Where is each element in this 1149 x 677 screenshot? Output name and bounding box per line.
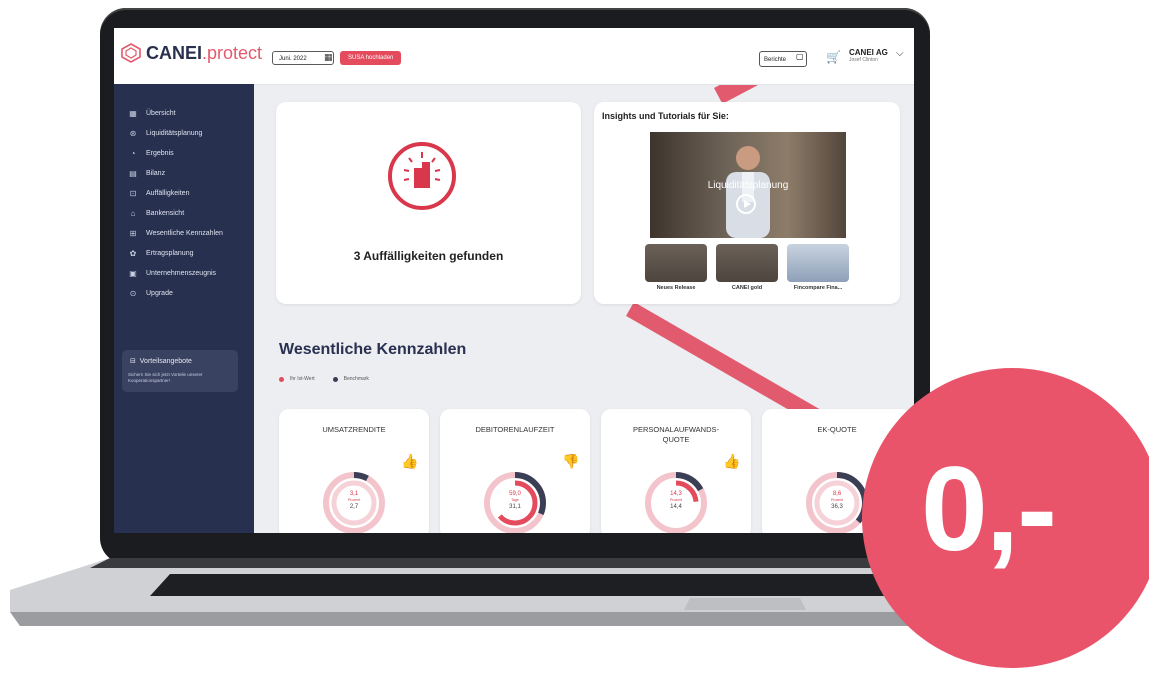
- sidebar-item-label: Upgrade: [146, 289, 173, 297]
- play-icon[interactable]: [736, 194, 756, 214]
- kpi-title: DEBITORENLAUFZEIT: [475, 425, 555, 434]
- sidebar-item-kpis[interactable]: ⊞ Wesentliche Kennzahlen: [128, 226, 223, 240]
- gift-icon: ⊟: [130, 358, 136, 365]
- kpi-unit: Prozent: [830, 498, 844, 502]
- sidebar-item-label: Bankensicht: [146, 209, 185, 217]
- sidebar-item-label: Auffälligkeiten: [146, 189, 190, 197]
- brand-logo[interactable]: CANEI.protect: [120, 42, 262, 64]
- report-icon: ▢: [796, 52, 804, 61]
- cart-icon[interactable]: 🛒: [826, 50, 841, 64]
- legend-benchmark-marker: [332, 376, 338, 382]
- kpi-benchmark-value: 14,4: [670, 504, 682, 510]
- kpi-unit: Prozent: [347, 498, 361, 502]
- video-thumbnail[interactable]: [645, 244, 707, 282]
- sidebar-item-bank-view[interactable]: ⌂ Bankensicht: [128, 206, 185, 220]
- kpi-benchmark-value: 31,1: [509, 504, 521, 510]
- revenue-icon: ✿: [129, 248, 137, 258]
- app-screen: CANEI.protect Juni. 2022 ▦ SUSA hochlade…: [114, 28, 914, 533]
- kpi-card-personnel-ratio[interactable]: PERSONALAUFWANDS-QUOTE 👍 14,3 Prozent 14…: [601, 409, 751, 533]
- kpi-title: PERSONALAUFWANDS-QUOTE: [633, 425, 719, 444]
- sidebar-item-label: Übersicht: [146, 109, 176, 117]
- kpi-donut: 8,6 Prozent 36,3: [803, 469, 871, 533]
- thumbnail-label: Neues Release: [656, 285, 696, 291]
- chevron-down-icon[interactable]: ⌵: [896, 48, 904, 59]
- kpi-unit: Tage: [511, 498, 519, 502]
- sidebar-item-upgrade[interactable]: ⊙ Upgrade: [128, 286, 173, 300]
- certificate-icon: ▣: [129, 268, 137, 278]
- sidebar: ▦ Übersicht ⊛ Liquiditätsplanung ◔ Ergebnis…: [114, 84, 254, 533]
- kpi-card-dso[interactable]: DEBITORENLAUFZEIT 👎 59,0 Tage 31,1: [440, 409, 590, 533]
- video-thumbnail[interactable]: [787, 244, 849, 282]
- thumbs-up-icon: 👍: [723, 453, 741, 469]
- sidebar-item-label: Ertragsplanung: [146, 249, 194, 257]
- calendar-icon[interactable]: ▦: [324, 52, 333, 63]
- sidebar-item-label: Liquiditätsplanung: [146, 129, 203, 137]
- video-title: Liquiditätsplanung: [707, 180, 789, 191]
- kpi-benchmark-value: 2,7: [349, 504, 359, 510]
- user-menu[interactable]: CANEI AG Josef Clinton: [849, 48, 888, 63]
- balance-icon: ▤: [129, 168, 137, 178]
- kpi-icon: ⊞: [129, 228, 137, 238]
- grid-icon: ▦: [129, 108, 137, 118]
- insights-card: Insights und Tutorials für Sie: Liquidit…: [594, 102, 900, 304]
- alert-icon: ⊡: [129, 188, 137, 198]
- kpi-section-title: Wesentliche Kennzahlen: [279, 341, 467, 358]
- logo-icon: [121, 43, 141, 63]
- kpi-actual-value: 14,3: [670, 491, 682, 497]
- susa-upload-button[interactable]: SUSA hochladen: [340, 51, 402, 65]
- top-bar: CANEI.protect Juni. 2022 ▦ SUSA hochlade…: [114, 28, 914, 85]
- anomalies-card[interactable]: 3 Auffälligkeiten gefunden: [276, 102, 581, 304]
- brand-name: CANEI.protect: [146, 42, 263, 63]
- price-text: 0,-: [921, 442, 1057, 576]
- legend-benchmark-label: Benchmark: [343, 376, 369, 382]
- liquidity-icon: ⊛: [129, 128, 137, 138]
- kpi-actual-value: 3,1: [349, 491, 359, 497]
- legend-actual-label: Ihr Ist-Wert: [290, 376, 315, 382]
- kpi-actual-value: 8,6: [832, 491, 842, 497]
- kpi-donut: 14,3 Prozent 14,4: [642, 469, 710, 533]
- offers-box[interactable]: ⊟ Vorteilsangebote Sichern Sie sich jetz…: [122, 350, 238, 392]
- kpi-donut: 59,0 Tage 31,1: [481, 469, 549, 533]
- kpi-actual-value: 59,0: [509, 491, 521, 497]
- sidebar-item-anomalies[interactable]: ⊡ Auffälligkeiten: [128, 186, 190, 200]
- sidebar-item-label: Bilanz: [146, 169, 166, 177]
- thumbs-down-icon: 👎: [562, 453, 580, 469]
- bank-icon: ⌂: [130, 208, 136, 218]
- tutorial-video[interactable]: Liquiditätsplanung: [650, 132, 846, 238]
- building-alert-icon: [388, 142, 456, 210]
- sidebar-item-result[interactable]: ◔ Ergebnis: [128, 146, 174, 160]
- sidebar-item-certificate[interactable]: ▣ Unternehmenszeugnis: [128, 266, 216, 280]
- video-thumbnail[interactable]: [716, 244, 778, 282]
- kpi-benchmark-value: 36,3: [831, 504, 843, 510]
- user-company: CANEI AG: [849, 48, 888, 57]
- kpi-donut: 3,1 Prozent 2,7: [320, 469, 388, 533]
- offers-title: ⊟ Vorteilsangebote: [130, 358, 192, 365]
- kpi-title: UMSATZRENDITE: [322, 425, 386, 434]
- kpi-unit: Prozent: [669, 498, 683, 502]
- user-name: Josef Clinton: [849, 57, 878, 63]
- offers-text: Sichern Sie sich jetzt Vorteile unserer …: [128, 372, 203, 383]
- thumbs-up-icon: 👍: [401, 453, 419, 469]
- sidebar-item-liquidity[interactable]: ⊛ Liquiditätsplanung: [128, 126, 203, 140]
- result-icon: ◔: [130, 148, 136, 158]
- sidebar-item-label: Wesentliche Kennzahlen: [146, 229, 223, 237]
- anomalies-count-title: 3 Auffälligkeiten gefunden: [353, 249, 504, 263]
- kpi-legend: Ihr Ist-Wert Benchmark: [279, 376, 369, 382]
- sidebar-item-balance[interactable]: ▤ Bilanz: [128, 166, 165, 180]
- insights-title: Insights und Tutorials für Sie:: [602, 111, 729, 121]
- sidebar-item-label: Ergebnis: [146, 149, 174, 157]
- sidebar-item-label: Unternehmenszeugnis: [146, 269, 217, 277]
- kpi-card-return-on-sales[interactable]: UMSATZRENDITE 👍 3,1 Prozent 2,7: [279, 409, 429, 533]
- upgrade-icon: ⊙: [129, 288, 137, 298]
- thumbnail-label: CANEI gold: [731, 285, 763, 291]
- sidebar-item-revenue-planning[interactable]: ✿ Ertragsplanung: [128, 246, 194, 260]
- sidebar-item-overview[interactable]: ▦ Übersicht: [128, 106, 176, 120]
- thumbnail-label: Fincompare Fina...: [793, 285, 843, 291]
- legend-actual-marker: [279, 376, 284, 382]
- price-badge: 0,-: [862, 368, 1149, 668]
